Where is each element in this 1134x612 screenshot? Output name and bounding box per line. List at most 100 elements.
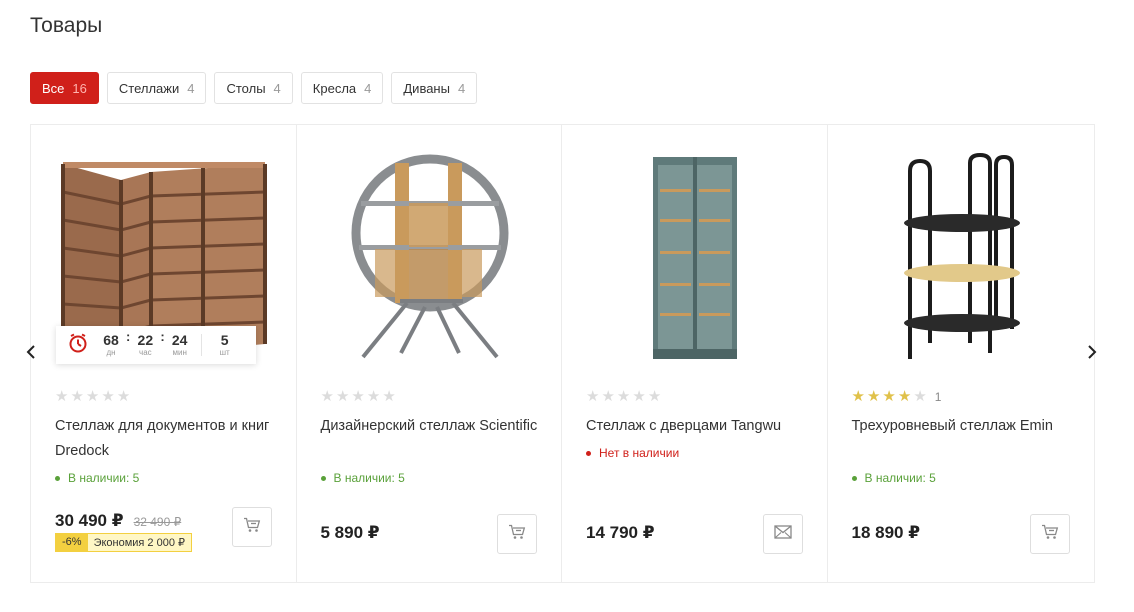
timer-quantity-label: шт (219, 347, 230, 357)
filter-count: 16 (72, 80, 87, 96)
add-to-cart-button[interactable] (231, 507, 272, 547)
product-name[interactable]: Трехуровневый стеллаж Emin (852, 414, 1072, 439)
filter-count: 4 (187, 80, 195, 96)
price-row: 18 890 ₽ (852, 523, 921, 543)
filter-label: Столы (226, 80, 266, 96)
star-icon: ★ (101, 388, 115, 405)
notify-button[interactable] (762, 514, 803, 554)
timer-days-label: дн (106, 347, 116, 357)
timer-quantity-value: 5 (220, 331, 229, 348)
envelope-icon (773, 524, 792, 544)
star-icon: ★ (366, 388, 381, 405)
star-icon: ★ (382, 388, 396, 405)
cart-icon (243, 517, 261, 538)
star-icon: ★ (335, 388, 350, 405)
product-rating: ★ ★ ★ ★ ★ (321, 389, 396, 404)
filter-label: Диваны (403, 80, 450, 96)
timer-hours-label: час (139, 347, 152, 357)
timer-separator: : (126, 329, 131, 344)
filter-count: 4 (273, 80, 281, 96)
timer-days-value: 68 (103, 331, 119, 348)
product-image[interactable] (317, 143, 543, 373)
product-price: 30 490 ₽ (55, 511, 124, 530)
product-card[interactable]: ★ ★ ★ ★ ★ Дизайнерский стеллаж Scientifi… (297, 125, 562, 582)
category-filters: Все 16 Стеллажи 4 Столы 4 Кресла 4 Диван… (30, 72, 478, 104)
stock-dot (851, 475, 857, 481)
star-icon: ★ (897, 388, 912, 405)
star-icon: ★ (351, 388, 365, 405)
star-icon: ★ (882, 388, 896, 405)
timer-quantity: 5 шт (212, 331, 238, 358)
stock-dot (55, 475, 60, 481)
clock-icon (68, 333, 88, 358)
stock-text: В наличии: 5 (68, 471, 140, 485)
product-rating: ★ ★ ★ ★ ★ 1 (852, 389, 942, 404)
timer-minutes-value: 24 (171, 331, 188, 348)
product-name[interactable]: Стеллаж для документов и книг Dredock (55, 414, 275, 464)
product-price: 14 790 ₽ (586, 523, 655, 542)
stock-text: Нет в наличии (599, 446, 680, 460)
countdown-timer: 68 дн : 22 час : 24 мин 5 шт (56, 326, 256, 364)
timer-separator: : (160, 329, 165, 344)
product-card[interactable]: 68 дн : 22 час : 24 мин 5 шт ★ ★ ★ ★ ★ С… (31, 125, 297, 582)
filter-count: 4 (364, 80, 372, 96)
filter-armchairs[interactable]: Кресла 4 (300, 72, 384, 104)
product-grid: 68 дн : 22 час : 24 мин 5 шт ★ ★ ★ ★ ★ С… (30, 124, 1095, 583)
filter-label: Все (42, 80, 65, 96)
star-icon: ★ (116, 388, 131, 405)
stock-text: В наличии: 5 (864, 471, 936, 485)
filter-count: 4 (457, 80, 466, 96)
timer-days: 68 дн (98, 331, 124, 358)
price-row: 30 490 ₽ 32 490 ₽ (55, 511, 181, 531)
product-card[interactable]: ★ ★ ★ ★ ★ Стеллаж с дверцами Tangwu Нет … (562, 125, 828, 582)
stock-dot (320, 475, 326, 481)
timer-minutes-label: мин (172, 347, 187, 357)
stock-dot (586, 450, 591, 456)
star-icon: ★ (55, 388, 69, 405)
star-icon: ★ (85, 388, 100, 405)
rating-count: 1 (934, 389, 942, 404)
discount-economy: Экономия 2 000 ₽ (87, 534, 192, 551)
price-row: 14 790 ₽ (586, 523, 655, 543)
star-icon: ★ (616, 388, 631, 405)
chevron-left-icon (26, 344, 36, 364)
price-row: 5 890 ₽ (321, 523, 380, 543)
timer-divider (200, 334, 202, 356)
product-card[interactable]: ★ ★ ★ ★ ★ 1 Трехуровневый стеллаж Emin В… (828, 125, 1095, 582)
star-icon: ★ (70, 388, 84, 405)
add-to-cart-button[interactable] (1030, 514, 1070, 554)
timer-hours-value: 22 (137, 331, 154, 348)
product-rating: ★ ★ ★ ★ ★ (586, 389, 661, 404)
page-title: Товары (30, 14, 103, 37)
filter-label: Стеллажи (118, 80, 180, 96)
add-to-cart-button[interactable] (497, 514, 537, 554)
star-icon: ★ (647, 388, 662, 405)
product-price: 5 890 ₽ (320, 523, 380, 542)
stock-status: Нет в наличии (586, 446, 679, 460)
star-icon: ★ (851, 388, 865, 405)
star-icon: ★ (601, 388, 615, 405)
filter-label: Кресла (312, 80, 357, 96)
filter-sofas[interactable]: Диваны 4 (391, 72, 478, 104)
product-name[interactable]: Стеллаж с дверцами Tangwu (586, 414, 806, 439)
product-image[interactable] (582, 143, 808, 373)
timer-minutes: 24 мин (167, 331, 193, 358)
chevron-right-icon (1087, 344, 1097, 364)
filter-tables[interactable]: Столы 4 (214, 72, 293, 104)
filter-shelves[interactable]: Стеллажи 4 (106, 72, 207, 104)
product-image[interactable] (848, 143, 1074, 373)
carousel-next-button[interactable] (1081, 339, 1103, 369)
carousel-prev-button[interactable] (20, 339, 42, 369)
star-icon: ★ (866, 388, 881, 405)
product-name[interactable]: Дизайнерский стеллаж Scientific (321, 414, 541, 439)
stock-status: В наличии: 5 (320, 471, 405, 485)
cart-icon (1041, 524, 1059, 545)
product-rating: ★ ★ ★ ★ ★ (55, 389, 130, 404)
cart-icon (508, 524, 526, 545)
star-icon: ★ (632, 388, 646, 405)
filter-all[interactable]: Все 16 (30, 72, 99, 104)
stock-status: В наличии: 5 (55, 471, 139, 485)
product-price: 18 890 ₽ (851, 523, 921, 542)
star-icon: ★ (913, 388, 927, 405)
stock-text: В наличии: 5 (333, 471, 405, 485)
